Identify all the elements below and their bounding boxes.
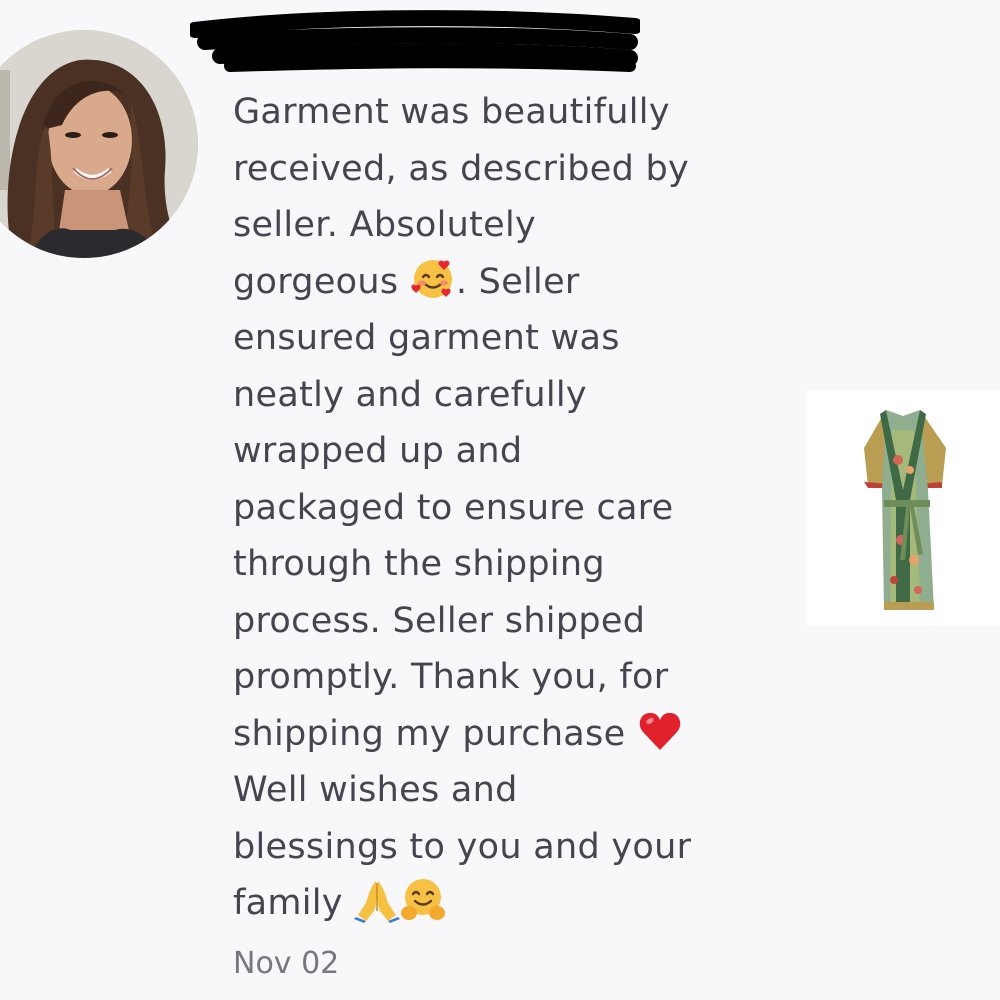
review-line: neatly and carefully [233, 374, 587, 415]
review-text-segment: shipping my purchase [233, 713, 626, 754]
kimono-robe-image [806, 390, 1000, 626]
review-text-segment: . Seller [455, 261, 580, 302]
review-line: received, as described by [233, 148, 690, 189]
folded-hands-icon [354, 877, 401, 923]
review-line: seller. Absolutely [233, 205, 536, 245]
review-date: Nov 02 [233, 946, 340, 981]
redacted-username [187, 8, 643, 78]
review-line: through the shipping [233, 544, 605, 584]
hugging-face-icon [400, 877, 446, 923]
review-line: Garment was beautifully [233, 92, 670, 132]
smiling-face-with-hearts-icon [410, 256, 456, 302]
product-thumbnail[interactable] [806, 390, 1000, 626]
review-line: blessings to you and your [233, 826, 692, 867]
review-text-segment: family [233, 883, 343, 923]
review-line: process. Seller shipped [233, 600, 646, 641]
review-line: family [233, 875, 763, 932]
review-line: promptly. Thank you, for [233, 657, 669, 697]
review-text-segment: gorgeous [233, 261, 399, 302]
review-line: Well wishes and [233, 770, 518, 810]
review-line: wrapped up and [233, 431, 523, 471]
reviewer-avatar[interactable] [0, 30, 198, 258]
review-line: shipping my purchase [233, 706, 763, 763]
review-line: packaged to ensure care [233, 487, 674, 528]
review-line: ensured garment was [233, 318, 620, 358]
review-line: gorgeous . Seller [233, 254, 763, 311]
red-heart-icon [637, 708, 683, 754]
review-text: Garment was beautifully received, as des… [233, 84, 763, 932]
avatar-image [0, 30, 198, 258]
